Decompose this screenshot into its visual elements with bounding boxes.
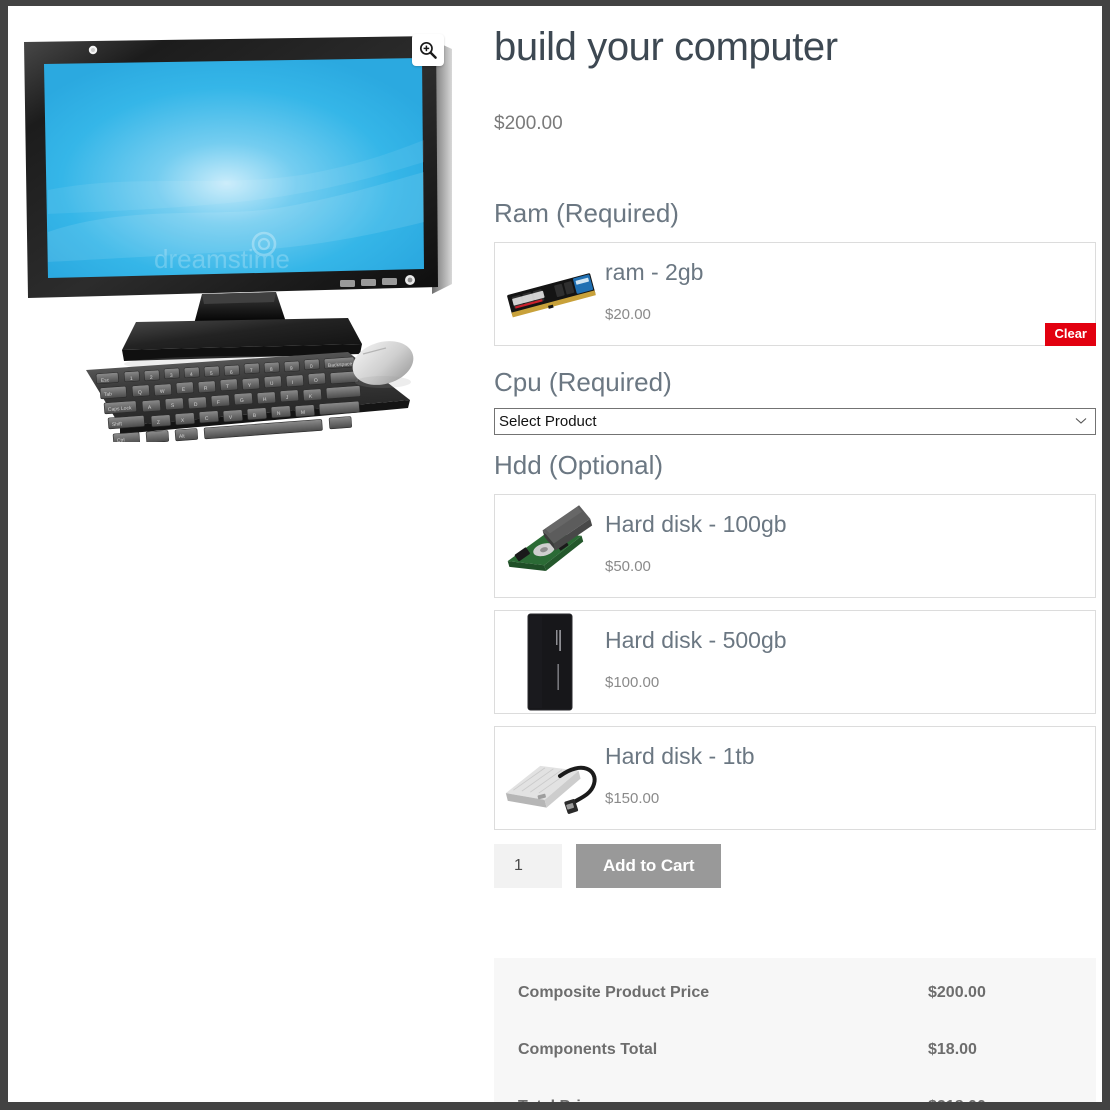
component-price: $20.00 [605, 306, 651, 324]
cpu-select-wrapper: Select Product [494, 408, 1096, 435]
price-summary-panel: Composite Product Price $200.00 Componen… [494, 957, 1096, 1103]
product-image[interactable]: dreamstime Esc 1 2 3 4 5 6 7 8 9 0 Backs… [18, 22, 458, 442]
component-name: Hard disk - 500gb [605, 626, 787, 653]
product-base-price: $200.00 [494, 113, 563, 134]
hdd-500gb-image [527, 613, 573, 710]
component-name: Hard disk - 100gb [605, 510, 787, 537]
cpu-product-select[interactable]: Select Product [494, 408, 1096, 435]
summary-value: $200.00 [928, 983, 986, 1001]
summary-row-composite-price: Composite Product Price $200.00 [518, 984, 1072, 1041]
svg-text:Ctrl: Ctrl [117, 437, 125, 442]
hdd-option-500gb[interactable]: Hard disk - 500gb $100.00 [494, 609, 1096, 714]
svg-text:Tab: Tab [104, 391, 113, 398]
hdd-black-external-thumb [495, 611, 605, 713]
hdd-option-100gb[interactable]: Hard disk - 100gb $50.00 [494, 493, 1096, 598]
page-frame: dreamstime Esc 1 2 3 4 5 6 7 8 9 0 Backs… [0, 0, 1110, 1110]
add-to-cart-button[interactable]: Add to Cart [576, 843, 722, 888]
ram-module-thumb [495, 243, 605, 345]
svg-text:W: W [160, 389, 165, 395]
svg-text:dreamstime: dreamstime [154, 244, 290, 274]
product-gallery: dreamstime Esc 1 2 3 4 5 6 7 8 9 0 Backs… [8, 6, 478, 446]
selected-component-ram[interactable]: ram - 2gb $20.00 Clear [494, 241, 1096, 346]
summary-label: Total Price [518, 1098, 928, 1103]
option-text-block: Hard disk - 1tb $150.00 [605, 727, 755, 808]
summary-row-total-price: Total Price $218.00 [518, 1098, 1072, 1103]
ram-stick-image [507, 272, 596, 317]
quantity-stepper[interactable] [494, 843, 562, 888]
option-text-block: ram - 2gb $20.00 [605, 243, 703, 324]
option-text-block: Hard disk - 500gb $100.00 [605, 611, 787, 692]
cart-actions-row: Add to Cart [494, 843, 1096, 888]
hdd-option-1tb[interactable]: Hard disk - 1tb $150.00 [494, 725, 1096, 830]
component-price: $100.00 [605, 674, 660, 692]
clear-ram-button[interactable]: Clear [1045, 322, 1096, 346]
summary-value: $218.00 [928, 1098, 986, 1103]
summary-label: Components Total [518, 1040, 658, 1058]
product-details: build your computer $200.00 Ram (Require… [494, 6, 1096, 1102]
svg-text:Shift: Shift [112, 421, 123, 428]
svg-text:M: M [301, 410, 306, 416]
svg-text:Esc: Esc [101, 377, 110, 384]
hdd-bare-drive-thumb [495, 495, 605, 597]
quantity-input[interactable] [494, 843, 562, 888]
component-price: $50.00 [605, 558, 651, 576]
magnifier-plus-glyph [419, 41, 437, 59]
component-name: ram - 2gb [605, 258, 704, 285]
svg-text:T: T [226, 384, 229, 390]
summary-label: Composite Product Price [518, 983, 710, 1001]
svg-text:F: F [217, 400, 220, 406]
component-label-ram: Ram (Required) [494, 198, 679, 228]
option-text-block: Hard disk - 100gb $50.00 [605, 495, 787, 576]
zoom-in-icon[interactable] [412, 34, 444, 66]
hdd-1tb-image [505, 765, 597, 814]
page-title: build your computer [494, 25, 838, 69]
page-content: dreamstime Esc 1 2 3 4 5 6 7 8 9 0 Backs… [8, 6, 1102, 1102]
svg-text:G: G [240, 398, 244, 404]
hdd-100gb-image [507, 504, 593, 571]
svg-text:O: O [314, 378, 318, 384]
component-name: Hard disk - 1tb [605, 742, 755, 769]
svg-text:Z: Z [157, 420, 160, 426]
component-price: $150.00 [605, 790, 660, 808]
component-label-hdd: Hdd (Optional) [494, 450, 664, 480]
hdd-silver-usb-thumb [495, 727, 605, 829]
svg-text:Alt: Alt [179, 434, 186, 440]
svg-text:Q: Q [138, 390, 142, 396]
component-label-cpu: Cpu (Required) [494, 366, 672, 397]
summary-row-components-total: Components Total $18.00 [518, 1041, 1072, 1098]
summary-value: $18.00 [928, 1040, 977, 1058]
